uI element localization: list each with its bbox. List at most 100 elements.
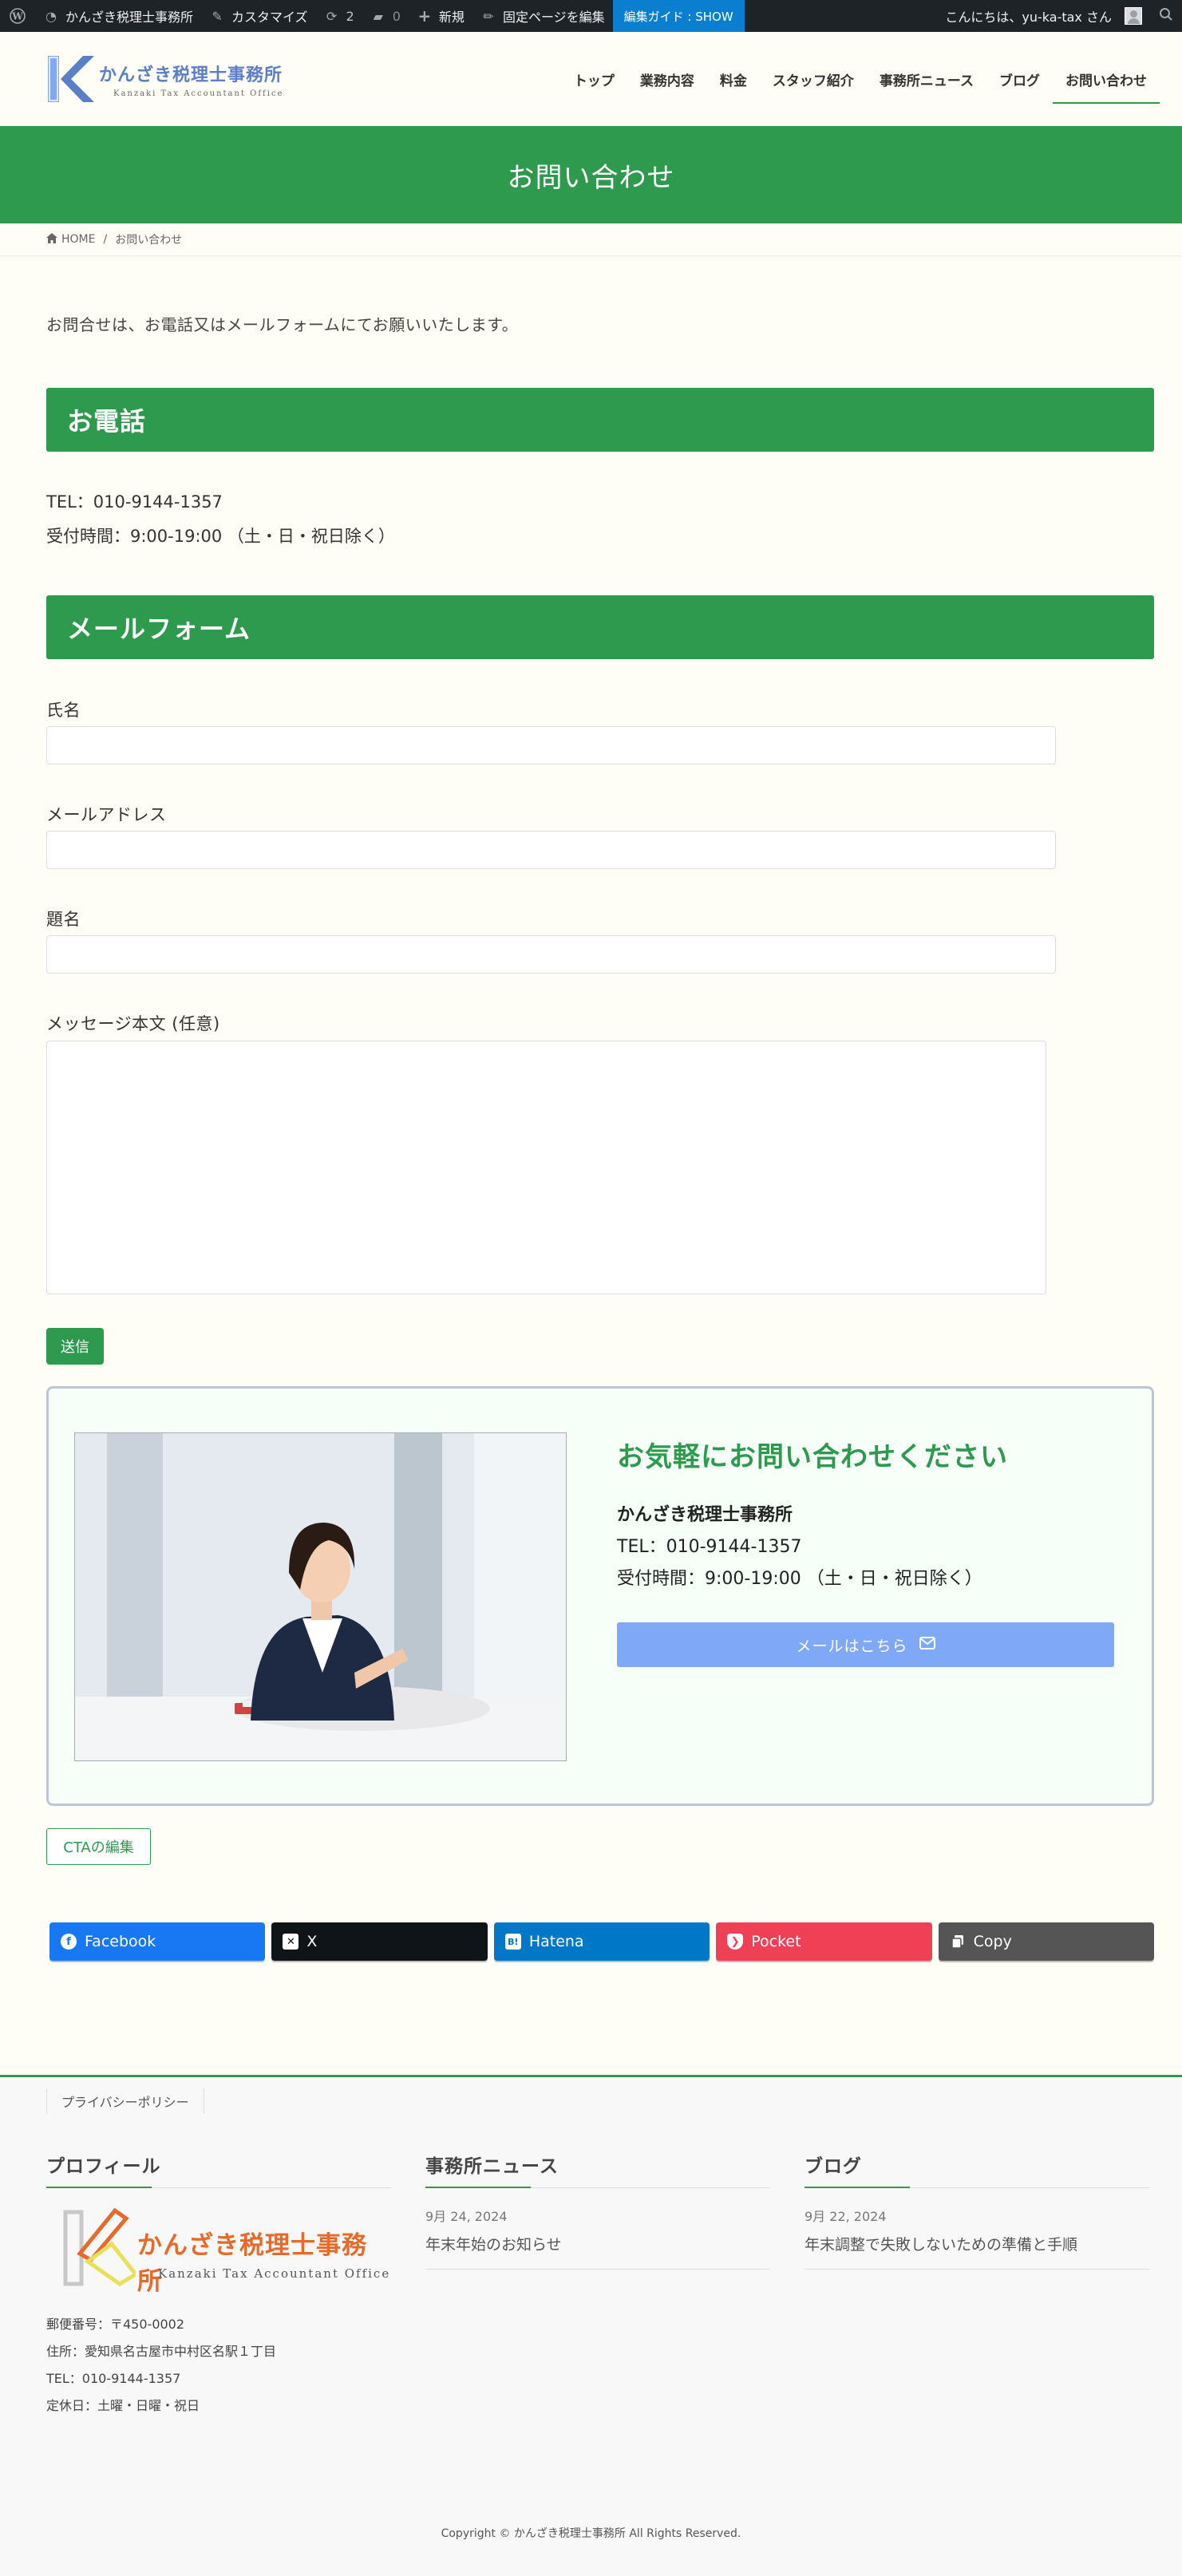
copy-icon [950, 1934, 966, 1950]
admin-new-link[interactable]: + 新規 [409, 0, 472, 32]
share-copy-label: Copy [973, 1933, 1012, 1950]
message-label: メッセージ本文 (任意) [46, 1014, 220, 1033]
share-x-button[interactable]: ✕ X [271, 1922, 488, 1961]
email-label: メールアドレス [46, 805, 167, 824]
blog-post-link[interactable]: 9月 22, 2024 年末調整で失敗しないための準備と手順 [804, 2188, 1149, 2270]
share-x-label: X [306, 1933, 318, 1950]
nav-item-fees[interactable]: 料金 [707, 32, 760, 126]
wordpress-icon: W [10, 8, 26, 24]
admin-comments-count: 0 [392, 8, 401, 24]
message-textarea[interactable] [46, 1041, 1046, 1294]
nav-item-staff[interactable]: スタッフ紹介 [760, 32, 867, 126]
breadcrumb-divider [0, 255, 1182, 256]
share-copy-button[interactable]: Copy [938, 1922, 1155, 1961]
site-logo-text: かんざき税理士事務所 [99, 64, 283, 85]
admin-comments-link[interactable]: ▰ 0 [362, 0, 409, 32]
share-facebook-button[interactable]: f Facebook [49, 1922, 266, 1961]
avatar [1125, 7, 1142, 25]
nav-item-contact[interactable]: お問い合わせ [1053, 32, 1160, 126]
breadcrumb-separator: / [103, 233, 108, 246]
dashboard-icon: ◔ [45, 8, 57, 24]
pocket-icon: ❯ [727, 1934, 744, 1950]
nav-item-news[interactable]: 事務所ニュース [867, 32, 986, 126]
name-field[interactable] [46, 726, 1056, 765]
cta-office-name: かんざき税理士事務所 [617, 1505, 793, 1525]
cta-box: お気軽にお問い合わせください かんざき税理士事務所 TEL：010-9144-1… [46, 1386, 1154, 1806]
facebook-icon: f [61, 1934, 77, 1950]
admin-customize-label: カスタマイズ [231, 10, 308, 25]
subject-label: 題名 [46, 910, 81, 929]
breadcrumb-home-label: HOME [61, 233, 96, 246]
site-logo-link[interactable]: かんざき税理士事務所 Kanzaki Tax Accountant Office [46, 54, 283, 104]
footer-address-block: 郵便番号：〒450-0002 住所：愛知県名古屋市中村区名駅１丁目 TEL：01… [46, 2311, 391, 2420]
nav-item-top[interactable]: トップ [561, 32, 627, 126]
wordpress-logo-button[interactable]: W [0, 0, 35, 32]
admin-guide-button[interactable]: 編集ガイド : SHOW [612, 0, 745, 32]
site-header: かんざき税理士事務所 Kanzaki Tax Accountant Office… [0, 32, 1182, 126]
nav-item-services[interactable]: 業務内容 [627, 32, 707, 126]
intro-text: お問合せは、お電話又はメールフォームにてお願いいたします。 [46, 315, 519, 334]
subject-field[interactable] [46, 935, 1056, 974]
form-heading: メールフォーム [46, 595, 1154, 659]
share-buttons: f Facebook ✕ X B! Hatena ❯ Pocket Copy [49, 1922, 1155, 1961]
footer-logo-text: かんざき税理士事務所 [137, 2231, 367, 2296]
plus-icon: + [417, 6, 432, 26]
updates-icon: ⟳ [326, 8, 338, 24]
admin-edit-page-label: 固定ページを編集 [502, 10, 605, 25]
search-icon [1159, 7, 1173, 25]
admin-site-link[interactable]: ◔ かんざき税理士事務所 [35, 0, 201, 32]
footer-postal: 郵便番号：〒450-0002 [46, 2317, 185, 2332]
page-title-band: お問い合わせ [0, 126, 1182, 223]
breadcrumb-current: お問い合わせ [115, 234, 183, 247]
svg-text:W: W [11, 11, 23, 22]
blog-title: ブログ [804, 2151, 1149, 2188]
cta-mail-button[interactable]: メールはこちら [617, 1622, 1114, 1667]
admin-edit-page-link[interactable]: ✏ 固定ページを編集 [472, 0, 613, 32]
site-logo-subtext: Kanzaki Tax Accountant Office [113, 89, 284, 98]
blog-post-title: 年末調整で失敗しないための準備と手順 [804, 2236, 1078, 2254]
profile-title: プロフィール [46, 2151, 391, 2188]
news-post-date: 9月 24, 2024 [425, 2209, 508, 2224]
site-footer: プライバシーポリシー プロフィール かんざき税理士事務所 Kanzaki Tax… [0, 2075, 1182, 2576]
admin-new-label: 新規 [438, 10, 464, 25]
email-field[interactable] [46, 831, 1056, 869]
footer-profile: プロフィール かんざき税理士事務所 Kanzaki Tax Accountant… [46, 2151, 391, 2420]
footer-holiday: 定休日：土曜・日曜・祝日 [46, 2398, 200, 2413]
cta-edit-button[interactable]: CTAの編集 [46, 1828, 151, 1865]
cta-phone: TEL：010-9144-1357 [617, 1537, 802, 1557]
share-hatena-button[interactable]: B! Hatena [493, 1922, 710, 1961]
submit-button[interactable]: 送信 [46, 1328, 104, 1365]
nav-item-blog[interactable]: ブログ [986, 32, 1053, 126]
admin-customize-link[interactable]: ✎ カスタマイズ [201, 0, 316, 32]
news-title: 事務所ニュース [425, 2151, 770, 2188]
phone-heading: お電話 [46, 388, 1154, 452]
name-label: 氏名 [46, 701, 81, 720]
envelope-icon [919, 1636, 935, 1653]
footer-logo: かんざき税理士事務所 Kanzaki Tax Accountant Office [46, 2204, 391, 2300]
share-pocket-label: Pocket [751, 1933, 801, 1950]
admin-search-button[interactable] [1150, 7, 1182, 25]
copyright: Copyright © かんざき税理士事務所 All Rights Reserv… [441, 2527, 741, 2540]
breadcrumb-home-link[interactable]: HOME [46, 232, 96, 247]
footer-news: 事務所ニュース 9月 24, 2024 年末年始のお知らせ [425, 2151, 770, 2270]
phone-hours: 受付時間：9:00-19:00 （土・日・祝日除く） [46, 527, 395, 546]
brush-icon: ✎ [211, 8, 223, 24]
admin-updates-link[interactable]: ⟳ 2 [316, 0, 362, 32]
footer-phone: TEL：010-9144-1357 [46, 2371, 181, 2386]
x-icon: ✕ [283, 1934, 299, 1950]
admin-site-name: かんざき税理士事務所 [65, 10, 194, 25]
news-post-link[interactable]: 9月 24, 2024 年末年始のお知らせ [425, 2188, 770, 2270]
hatena-icon: B! [504, 1934, 521, 1950]
breadcrumb: HOME / お問い合わせ [46, 223, 1164, 255]
share-pocket-button[interactable]: ❯ Pocket [716, 1922, 932, 1961]
share-hatena-label: Hatena [528, 1933, 584, 1950]
share-facebook-label: Facebook [85, 1933, 156, 1950]
cta-photo [74, 1432, 567, 1761]
phone-number: TEL：010-9144-1357 [46, 492, 223, 512]
privacy-policy-link[interactable]: プライバシーポリシー [46, 2088, 204, 2114]
admin-account-link[interactable]: こんにちは、yu-ka-tax さん [937, 0, 1150, 32]
footer-logo-subtext: Kanzaki Tax Accountant Office [158, 2266, 391, 2281]
footer-address: 住所：愛知県名古屋市中村区名駅１丁目 [46, 2344, 277, 2359]
comment-icon: ▰ [373, 8, 383, 24]
cta-mail-label: メールはこちら [796, 1637, 908, 1655]
